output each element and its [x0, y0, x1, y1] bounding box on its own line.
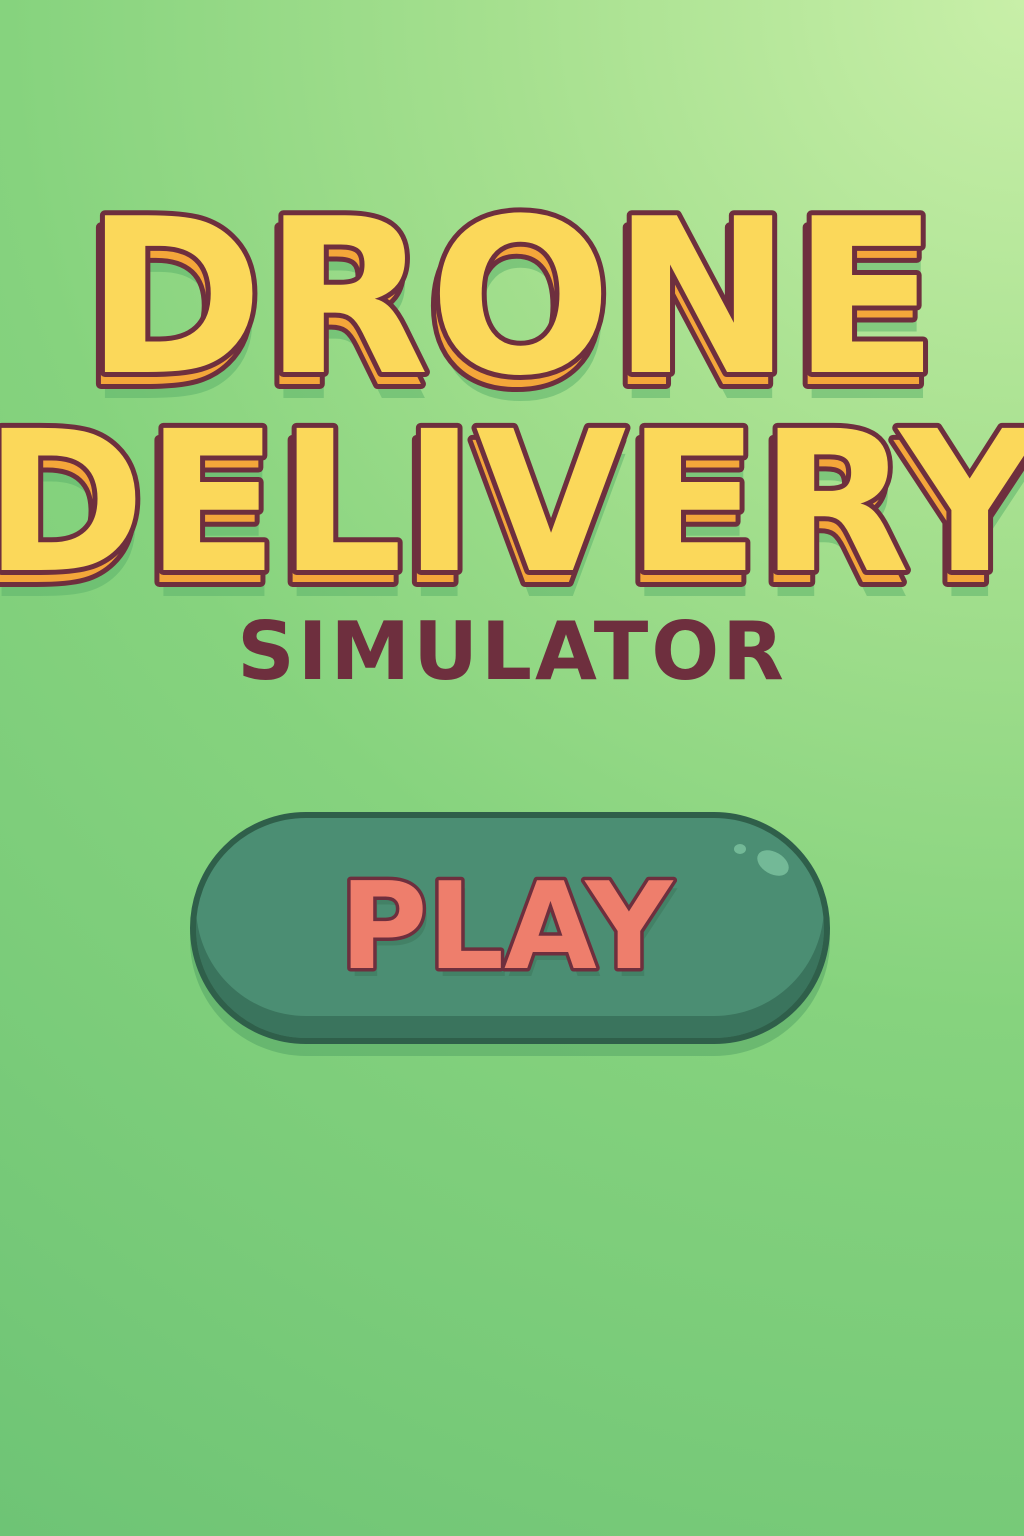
title-line2: DELIVERY	[0, 389, 1024, 616]
play-label-graphic: PLAY PLAY	[336, 855, 678, 1006]
game-title: DRONE DELIVERY DRONE DELIVERY DRONE DELI…	[0, 0, 1024, 720]
play-button[interactable]: PLAY PLAY	[190, 812, 830, 1044]
title-subtitle: SIMULATOR	[237, 605, 787, 698]
title-line1: DRONE	[85, 172, 939, 423]
title-logo: DRONE DELIVERY DRONE DELIVERY DRONE DELI…	[0, 167, 1024, 620]
play-label[interactable]: PLAY	[336, 855, 678, 1001]
